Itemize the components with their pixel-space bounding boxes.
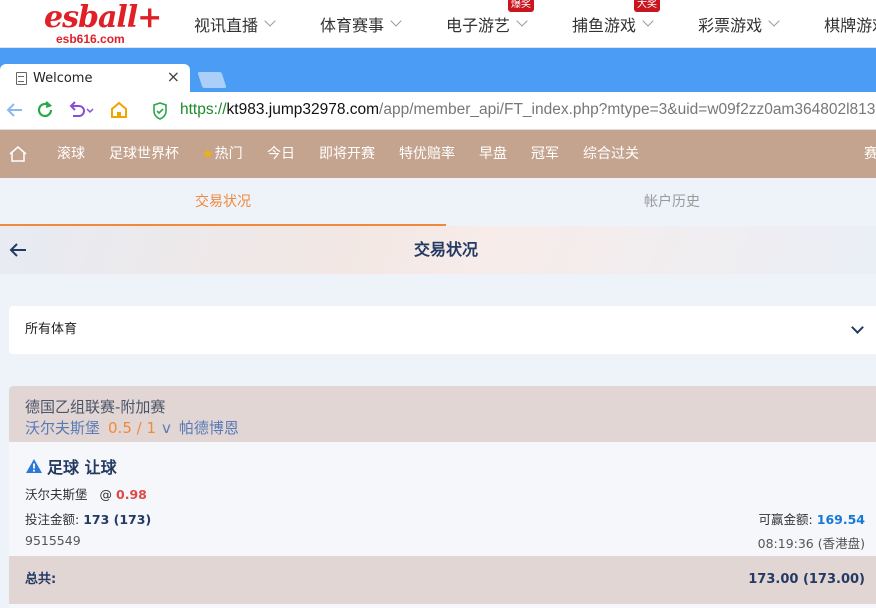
sport-nav-today[interactable]: 今日 (267, 130, 295, 178)
warning-icon (26, 459, 42, 473)
url-field[interactable]: https://kt983.jump32978.com/app/member_a… (180, 101, 876, 119)
site-nav-label: 电子游艺 (446, 16, 511, 35)
undo-icon[interactable] (66, 100, 94, 122)
new-tab-button[interactable] (197, 72, 227, 88)
site-nav-label: 视讯直播 (194, 16, 259, 35)
odds-at: @ (99, 487, 113, 502)
site-nav-label: 体育赛事 (320, 16, 385, 35)
away-team: 帕德博恩 (178, 419, 239, 437)
site-nav-label: 捕鱼游戏 (572, 16, 637, 35)
sport-filter-value: 所有体育 (25, 322, 78, 337)
sport-nav-parlay[interactable]: 综合过关 (583, 130, 639, 178)
selection-team: 沃尔夫斯堡 (25, 487, 88, 502)
refresh-icon[interactable] (34, 100, 56, 122)
page-title: 交易状况 (413, 240, 478, 259)
sport-nav-upcoming[interactable]: 即将开赛 (319, 130, 375, 178)
total-value: 173.00 (173.00) (748, 572, 865, 587)
chevron-down-icon (768, 15, 780, 27)
close-icon[interactable]: × (167, 68, 180, 86)
site-nav-live[interactable]: 视讯直播 (194, 0, 320, 48)
sport-nav-hot-label: 热门 (214, 146, 243, 162)
logo-text: esball+ (44, 0, 162, 35)
prize-badge: 大奖 (634, 0, 661, 12)
home-team: 沃尔夫斯堡 (25, 419, 101, 437)
versus-label: v (162, 419, 171, 437)
sport-nav-hot[interactable]: ★热门 (202, 130, 243, 178)
bet-card: 德国乙组联赛-附加赛 沃尔夫斯堡 0.5 / 1 v 帕德博恩 足球 让球 沃尔夫斯堡… (9, 386, 876, 608)
tab-transactions[interactable]: 交易状况 (0, 178, 446, 226)
page-tabs: 交易状况 帐户历史 (0, 178, 876, 226)
bet-type: 足球 让球 (25, 454, 117, 478)
win-value: 169.54 (816, 512, 865, 527)
bet-time: 08:19:36 (香港盘) (757, 536, 865, 551)
title-bar: 交易状况 (0, 226, 876, 274)
win-row: 可赢金额: 169.54 (759, 509, 865, 528)
sport-nav: 滚球 足球世界杯 ★热门 今日 即将开赛 特优赔率 早盘 冠军 综合过关 赛 (0, 130, 876, 178)
sport-filter-select[interactable]: 所有体育 (9, 306, 876, 354)
site-nav-lottery[interactable]: 彩票游戏 (698, 0, 824, 48)
chevron-down-icon (851, 321, 864, 334)
sport-nav-worldcup[interactable]: 足球世界杯 (109, 130, 179, 178)
url-path: /app/member_api/FT_index.php?mtype=3&uid… (379, 101, 876, 118)
document-icon (16, 71, 27, 85)
chevron-down-icon (516, 15, 528, 27)
tab-account-history[interactable]: 帐户历史 (446, 178, 876, 226)
site-header: esball+ esb616.com 视讯直播 体育赛事 爆奖电子游艺 大奖捕鱼… (0, 0, 876, 48)
odds-value: 0.98 (116, 487, 147, 502)
star-icon: ★ (202, 147, 214, 162)
bet-type-label: 足球 让球 (47, 458, 117, 477)
tab-title: Welcome (33, 70, 93, 86)
site-nav-slots[interactable]: 爆奖电子游艺 (446, 0, 572, 48)
site-nav-label: 棋牌游戏 (824, 16, 876, 35)
hot-badge: 爆奖 (508, 0, 535, 12)
stake-value: 173 (173) (83, 512, 152, 527)
url-host: kt983.jump32978.com (226, 101, 380, 118)
chevron-down-icon (264, 15, 276, 27)
chevron-down-icon (642, 15, 654, 27)
win-label: 可赢金额: (758, 512, 813, 527)
sport-nav-inplay[interactable]: 滚球 (57, 130, 85, 178)
sport-nav-early[interactable]: 早盘 (479, 130, 507, 178)
home-icon[interactable] (108, 100, 130, 122)
logo-domain: esb616.com (56, 32, 125, 46)
browser-tab[interactable]: Welcome × (0, 64, 190, 92)
selection-row: 沃尔夫斯堡 @ 0.98 (25, 484, 147, 503)
url-scheme: https:// (180, 101, 227, 118)
site-nav-sports[interactable]: 体育赛事 (320, 0, 446, 48)
stake-row: 投注金额: 173 (173) (25, 509, 151, 528)
site-nav: 视讯直播 体育赛事 爆奖电子游艺 大奖捕鱼游戏 彩票游戏 棋牌游戏 (194, 0, 876, 48)
league-name: 德国乙组联赛-附加赛 (25, 398, 166, 416)
total-label: 总共: (25, 572, 57, 587)
handicap-line: 0.5 / 1 (108, 419, 157, 437)
shield-icon[interactable] (152, 102, 168, 120)
matchup: 沃尔夫斯堡 0.5 / 1 v 帕德博恩 (25, 417, 239, 438)
ticket-id: 9515549 (25, 533, 81, 548)
address-bar: https://kt983.jump32978.com/app/member_a… (0, 92, 876, 130)
sport-nav-best-odds[interactable]: 特优赔率 (399, 130, 455, 178)
site-logo[interactable]: esball+ esb616.com (44, 0, 162, 46)
stake-label: 投注金额: (25, 512, 80, 527)
site-nav-label: 彩票游戏 (698, 16, 763, 35)
home-icon[interactable] (8, 144, 28, 164)
sport-nav-more[interactable]: 赛 (864, 130, 876, 178)
site-nav-cards[interactable]: 棋牌游戏 (824, 0, 876, 48)
total-bar: 总共: 173.00 (173.00) (9, 556, 876, 604)
chevron-down-icon (390, 15, 402, 27)
sport-nav-outright[interactable]: 冠军 (531, 130, 559, 178)
browser-tabbar: Welcome × (0, 48, 876, 92)
back-icon[interactable] (4, 100, 26, 122)
bet-card-header: 德国乙组联赛-附加赛 沃尔夫斯堡 0.5 / 1 v 帕德博恩 (9, 386, 876, 442)
site-nav-fishing[interactable]: 大奖捕鱼游戏 (572, 0, 698, 48)
